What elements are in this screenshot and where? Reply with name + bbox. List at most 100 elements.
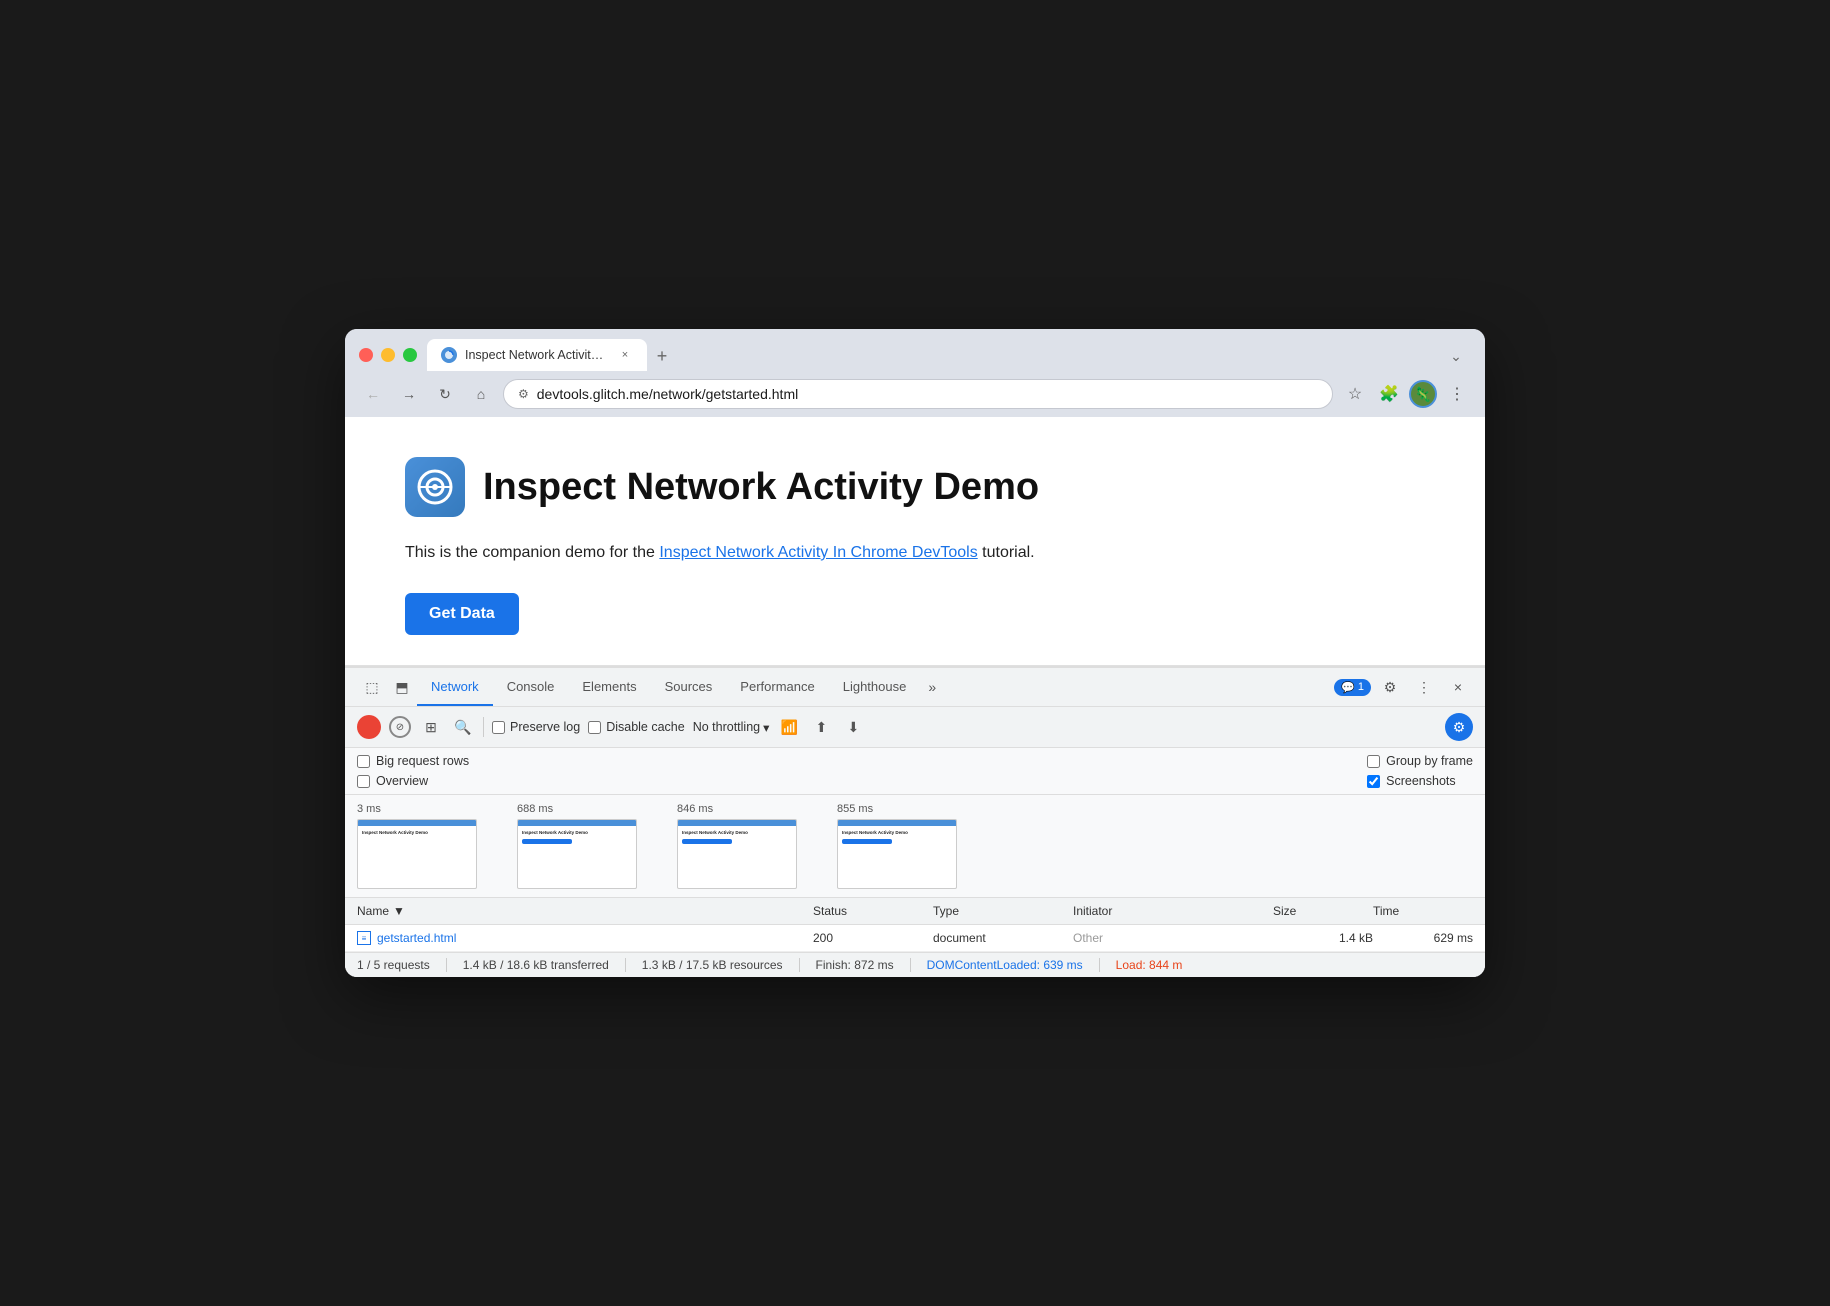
- screenshots-strip: 3 ms Inspect Network Activity Demo 688 m…: [345, 795, 1485, 898]
- thumb-content-3: Inspect Network Activity Demo: [678, 826, 796, 888]
- big-rows-checkbox[interactable]: [357, 755, 370, 768]
- new-tab-button[interactable]: +: [647, 341, 677, 371]
- throttle-selector[interactable]: No throttling ▾: [693, 720, 770, 735]
- reload-button[interactable]: ↻: [431, 380, 459, 408]
- description-prefix: This is the companion demo for the: [405, 544, 659, 561]
- console-badge-count: 1: [1358, 681, 1364, 693]
- screenshot-thumb-3[interactable]: Inspect Network Activity Demo: [677, 819, 797, 889]
- bookmark-button[interactable]: ☆: [1341, 380, 1369, 408]
- nav-bar: ← → ↻ ⌂ ⚙ devtools.glitch.me/network/get…: [345, 371, 1485, 417]
- col-time[interactable]: Time: [1373, 904, 1473, 918]
- col-name-label: Name: [357, 904, 389, 918]
- status-col: 200: [813, 931, 933, 945]
- thumb-content-2: Inspect Network Activity Demo: [518, 826, 636, 888]
- devtools-link[interactable]: Inspect Network Activity In Chrome DevTo…: [659, 544, 977, 561]
- screenshot-item-3: 846 ms Inspect Network Activity Demo: [677, 803, 797, 889]
- devtools-inspect-icon[interactable]: ⬒: [387, 668, 417, 706]
- col-initiator[interactable]: Initiator: [1073, 904, 1273, 918]
- profile-button[interactable]: 🦎: [1409, 380, 1437, 408]
- devtools-settings-button[interactable]: ⚙: [1375, 668, 1405, 706]
- preserve-log-checkbox[interactable]: [492, 721, 505, 734]
- overview-checkbox[interactable]: [357, 775, 370, 788]
- type-col: document: [933, 931, 1073, 945]
- get-data-button[interactable]: Get Data: [405, 593, 519, 635]
- initiator-col: Other: [1073, 931, 1273, 945]
- forward-button[interactable]: →: [395, 380, 423, 408]
- col-size[interactable]: Size: [1273, 904, 1373, 918]
- search-button[interactable]: 🔍: [451, 715, 475, 739]
- network-toolbar: ⊘ ⊞ 🔍 Preserve log Disable cache No thro…: [345, 707, 1485, 748]
- tab-performance[interactable]: Performance: [726, 668, 828, 706]
- screenshots-timeline: 3 ms Inspect Network Activity Demo 688 m…: [357, 803, 1473, 889]
- screenshot-thumb-2[interactable]: Inspect Network Activity Demo: [517, 819, 637, 889]
- tabs-area: Inspect Network Activity Dem × + ⌄: [427, 339, 1471, 371]
- extensions-button[interactable]: 🧩: [1375, 380, 1403, 408]
- devtools-tab-bar: ⬚ ⬒ Network Console Elements Sources Per…: [345, 668, 1485, 707]
- download-button[interactable]: ⬇: [841, 715, 865, 739]
- preserve-log-label[interactable]: Preserve log: [492, 720, 580, 734]
- devtools-close-button[interactable]: ×: [1443, 668, 1473, 706]
- col-type[interactable]: Type: [933, 904, 1073, 918]
- col-type-label: Type: [933, 904, 959, 918]
- screenshots-checkbox[interactable]: [1367, 775, 1380, 788]
- address-bar[interactable]: ⚙ devtools.glitch.me/network/getstarted.…: [503, 379, 1333, 409]
- overview-option[interactable]: Overview: [357, 774, 1367, 788]
- screenshot-thumb-4[interactable]: Inspect Network Activity Demo: [837, 819, 957, 889]
- tab-elements[interactable]: Elements: [568, 668, 650, 706]
- page-description: This is the companion demo for the Inspe…: [405, 541, 1425, 565]
- record-button[interactable]: [357, 715, 381, 739]
- wifi-icon-button[interactable]: 📶: [777, 715, 801, 739]
- tab-sources[interactable]: Sources: [651, 668, 727, 706]
- tab-console[interactable]: Console: [493, 668, 569, 706]
- disable-cache-label[interactable]: Disable cache: [588, 720, 685, 734]
- network-settings-button[interactable]: ⚙: [1445, 713, 1473, 741]
- file-type-icon: ≡: [357, 931, 371, 945]
- home-button[interactable]: ⌂: [467, 380, 495, 408]
- screenshot-time-1: 3 ms: [357, 803, 381, 815]
- devtools-panel: ⬚ ⬒ Network Console Elements Sources Per…: [345, 666, 1485, 977]
- tab-network[interactable]: Network: [417, 668, 493, 706]
- minimize-window-button[interactable]: [381, 348, 395, 362]
- group-frame-option[interactable]: Group by frame: [1367, 754, 1473, 768]
- col-name-sort-icon: ▼: [393, 904, 405, 918]
- col-initiator-label: Initiator: [1073, 904, 1112, 918]
- col-status[interactable]: Status: [813, 904, 933, 918]
- big-rows-option[interactable]: Big request rows: [357, 754, 1367, 768]
- group-frame-checkbox[interactable]: [1367, 755, 1380, 768]
- resources-size: 1.3 kB / 17.5 kB resources: [642, 958, 800, 972]
- tab-favicon: [441, 347, 457, 363]
- big-rows-label: Big request rows: [376, 754, 469, 768]
- filter-button[interactable]: ⊞: [419, 715, 443, 739]
- console-badge: 💬 1: [1334, 679, 1371, 696]
- screenshots-option[interactable]: Screenshots: [1367, 774, 1473, 788]
- disable-cache-text: Disable cache: [606, 720, 685, 734]
- network-table-header: Name ▼ Status Type Initiator Size Time: [345, 898, 1485, 925]
- tab-lighthouse[interactable]: Lighthouse: [829, 668, 921, 706]
- tab-expand-button[interactable]: ⌄: [1441, 341, 1471, 371]
- throttle-arrow: ▾: [763, 720, 769, 735]
- upload-button[interactable]: ⬆: [809, 715, 833, 739]
- screenshot-thumb-1[interactable]: Inspect Network Activity Demo: [357, 819, 477, 889]
- disable-cache-checkbox[interactable]: [588, 721, 601, 734]
- devtools-cursor-icon[interactable]: ⬚: [357, 668, 387, 706]
- size-col: 1.4 kB: [1273, 931, 1373, 945]
- screenshot-item-4: 855 ms Inspect Network Activity Demo: [837, 803, 957, 889]
- tab-close-button[interactable]: ×: [617, 347, 633, 363]
- active-tab[interactable]: Inspect Network Activity Dem ×: [427, 339, 647, 371]
- close-window-button[interactable]: [359, 348, 373, 362]
- console-badge-icon: 💬: [1341, 681, 1355, 694]
- devtools-more-button[interactable]: ⋮: [1409, 668, 1439, 706]
- load-time: Load: 844 m: [1116, 958, 1199, 972]
- browser-menu-button[interactable]: ⋮: [1443, 380, 1471, 408]
- more-tabs-button[interactable]: »: [920, 668, 944, 706]
- maximize-window-button[interactable]: [403, 348, 417, 362]
- nav-actions: ☆ 🧩 🦎 ⋮: [1341, 380, 1471, 408]
- thumb-blue-bar-4: [842, 839, 892, 844]
- finish-time: Finish: 872 ms: [816, 958, 911, 972]
- thumb-content-1: Inspect Network Activity Demo: [358, 826, 476, 888]
- col-name[interactable]: Name ▼: [357, 904, 813, 918]
- clear-button[interactable]: ⊘: [389, 716, 411, 738]
- screenshot-time-2: 688 ms: [517, 803, 553, 815]
- table-row[interactable]: ≡ getstarted.html 200 document Other 1.4…: [345, 925, 1485, 952]
- back-button[interactable]: ←: [359, 380, 387, 408]
